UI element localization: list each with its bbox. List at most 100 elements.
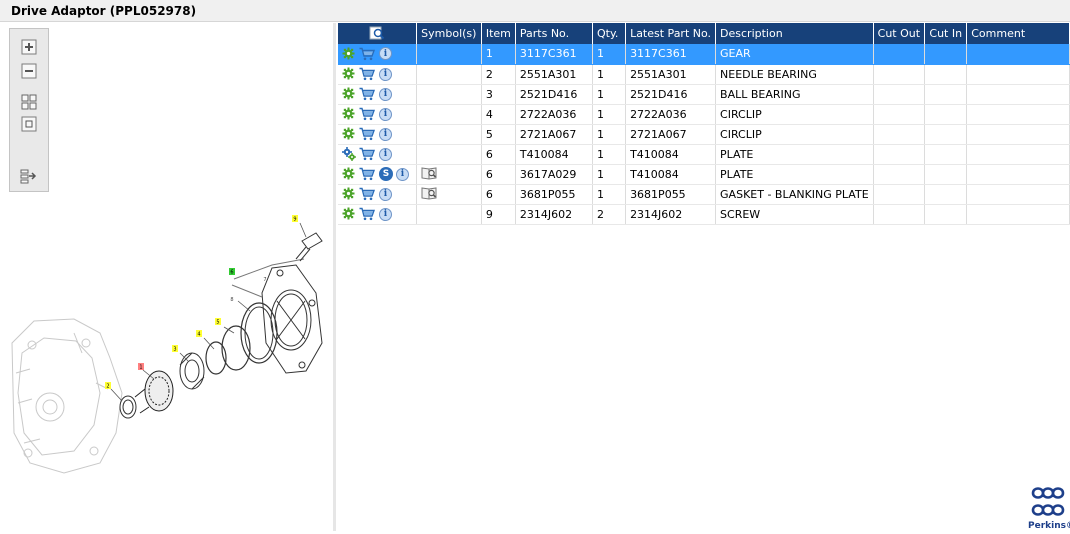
- cut-out-cell: [873, 204, 926, 225]
- shopping-cart-icon[interactable]: [359, 207, 376, 221]
- gear-icon[interactable]: [342, 47, 356, 61]
- shopping-cart-icon[interactable]: [359, 87, 376, 101]
- zoom-in-button[interactable]: [19, 37, 39, 57]
- multi-gear-icon[interactable]: [342, 147, 356, 161]
- table-header-row: Symbol(s) Item Parts No. Qty. Latest Par…: [338, 23, 1070, 44]
- shopping-cart-icon[interactable]: [359, 147, 376, 161]
- description-cell: PLATE: [715, 164, 874, 185]
- quantity-cell: 1: [592, 184, 627, 205]
- symbol-cell: [416, 164, 482, 185]
- comment-cell: [966, 84, 1070, 105]
- gear-icon[interactable]: [342, 187, 356, 201]
- exploded-parts-diagram[interactable]: 1 2 3 4 5 6 7 8 9: [4, 193, 334, 493]
- gear-icon[interactable]: [342, 207, 356, 221]
- info-icon[interactable]: i: [379, 87, 392, 101]
- table-row[interactable]: i 5 2721A067 1 2721A067 CIRCLIP: [338, 124, 1070, 145]
- table-row[interactable]: i 1 3117C361 1 3117C361 GEAR: [338, 44, 1070, 65]
- item-cell: 6: [481, 144, 516, 165]
- column-header-comment[interactable]: Comment: [966, 23, 1070, 44]
- info-icon[interactable]: i: [379, 187, 392, 201]
- item-cell: 6: [481, 164, 516, 185]
- table-row[interactable]: Si 6 3617A029 1 T410084 PLATE: [338, 164, 1070, 185]
- latest-part-number-cell: 2521D416: [625, 84, 717, 105]
- cut-out-cell: [873, 164, 926, 185]
- callout-label: 1: [139, 365, 142, 371]
- gear-icon[interactable]: [342, 107, 356, 121]
- column-header-latest-part-no[interactable]: Latest Part No.: [625, 23, 717, 44]
- callout-label: 2: [106, 384, 109, 390]
- fit-window-button[interactable]: [19, 114, 39, 134]
- column-header-parts-no[interactable]: Parts No.: [515, 23, 594, 44]
- row-actions-cell: i: [338, 204, 418, 225]
- column-header-description[interactable]: Description: [715, 23, 874, 44]
- info-icon[interactable]: i: [379, 147, 392, 161]
- gear-icon[interactable]: [342, 167, 356, 181]
- diagram-pane[interactable]: 1 2 3 4 5 6 7 8 9: [4, 23, 336, 531]
- item-cell: 3: [481, 84, 516, 105]
- symbol-cell: [416, 64, 482, 85]
- callout-label: 4: [197, 332, 200, 338]
- shopping-cart-icon[interactable]: [359, 67, 376, 81]
- zoom-out-button[interactable]: [19, 61, 39, 81]
- cut-out-cell: [873, 44, 926, 65]
- shopping-cart-icon[interactable]: [359, 167, 376, 181]
- perkins-wordmark: Perkins®: [1028, 521, 1070, 531]
- info-icon[interactable]: i: [379, 107, 392, 121]
- info-icon[interactable]: i: [379, 67, 392, 81]
- table-row[interactable]: i 3 2521D416 1 2521D416 BALL BEARING: [338, 84, 1070, 105]
- zoom-in-icon: [21, 39, 37, 55]
- column-header-qty[interactable]: Qty.: [592, 23, 627, 44]
- latest-part-number-cell: 2314J602: [625, 204, 717, 225]
- window-title-bar: Drive Adaptor (PPL052978): [0, 0, 1070, 22]
- part-number-cell: 3117C361: [515, 44, 594, 65]
- shopping-cart-icon[interactable]: [359, 127, 376, 141]
- part-number-cell: 2314J602: [515, 204, 594, 225]
- column-header-item[interactable]: Item: [481, 23, 516, 44]
- column-header-actions[interactable]: [338, 23, 418, 44]
- book-search-icon[interactable]: [421, 166, 438, 180]
- cut-in-cell: [924, 204, 968, 225]
- gear-icon[interactable]: [342, 127, 356, 141]
- callout-label: 7: [263, 277, 266, 283]
- cut-out-cell: [873, 104, 926, 125]
- column-header-cut-out[interactable]: Cut Out: [873, 23, 926, 44]
- comment-cell: [966, 104, 1070, 125]
- symbol-cell: [416, 84, 482, 105]
- fit-all-button[interactable]: [19, 92, 39, 112]
- table-row[interactable]: i 6 3681P055 1 3681P055 GASKET - BLANKING PLA…: [338, 184, 1070, 205]
- quantity-cell: 2: [592, 204, 627, 225]
- table-row[interactable]: i 2 2551A301 1 2551A301 NEEDLE BEARING: [338, 64, 1070, 85]
- info-icon[interactable]: i: [379, 47, 392, 61]
- info-icon[interactable]: i: [379, 207, 392, 221]
- shopping-cart-icon[interactable]: [359, 107, 376, 121]
- part-number-cell: T410084: [515, 144, 594, 165]
- part-number-cell: 2721A067: [515, 124, 594, 145]
- gear-icon[interactable]: [342, 87, 356, 101]
- column-header-cut-in[interactable]: Cut In: [924, 23, 968, 44]
- supersession-icon[interactable]: S: [379, 167, 393, 181]
- cut-in-cell: [924, 64, 968, 85]
- shopping-cart-icon[interactable]: [359, 47, 376, 61]
- info-icon[interactable]: i: [396, 167, 409, 181]
- table-row[interactable]: i 9 2314J602 2 2314J602 SCREW: [338, 204, 1070, 225]
- item-cell: 4: [481, 104, 516, 125]
- ball-bearing: [179, 352, 205, 390]
- quantity-cell: 1: [592, 144, 627, 165]
- row-actions-cell: i: [338, 44, 418, 65]
- table-row[interactable]: i 6 T410084 1 T410084 PLATE: [338, 144, 1070, 165]
- parts-table: Symbol(s) Item Parts No. Qty. Latest Par…: [338, 23, 1070, 225]
- column-header-symbols[interactable]: Symbol(s): [416, 23, 482, 44]
- cut-out-cell: [873, 64, 926, 85]
- description-cell: GEAR: [715, 44, 874, 65]
- gear-icon[interactable]: [342, 67, 356, 81]
- blanking-plate: [231, 258, 323, 374]
- callout-label: 6: [230, 270, 233, 276]
- book-search-icon[interactable]: [421, 186, 438, 200]
- description-cell: SCREW: [715, 204, 874, 225]
- table-row[interactable]: i 4 2722A036 1 2722A036 CIRCLIP: [338, 104, 1070, 125]
- symbol-cell: [416, 124, 482, 145]
- description-cell: PLATE: [715, 144, 874, 165]
- export-list-button[interactable]: [19, 166, 39, 186]
- info-icon[interactable]: i: [379, 127, 392, 141]
- shopping-cart-icon[interactable]: [359, 187, 376, 201]
